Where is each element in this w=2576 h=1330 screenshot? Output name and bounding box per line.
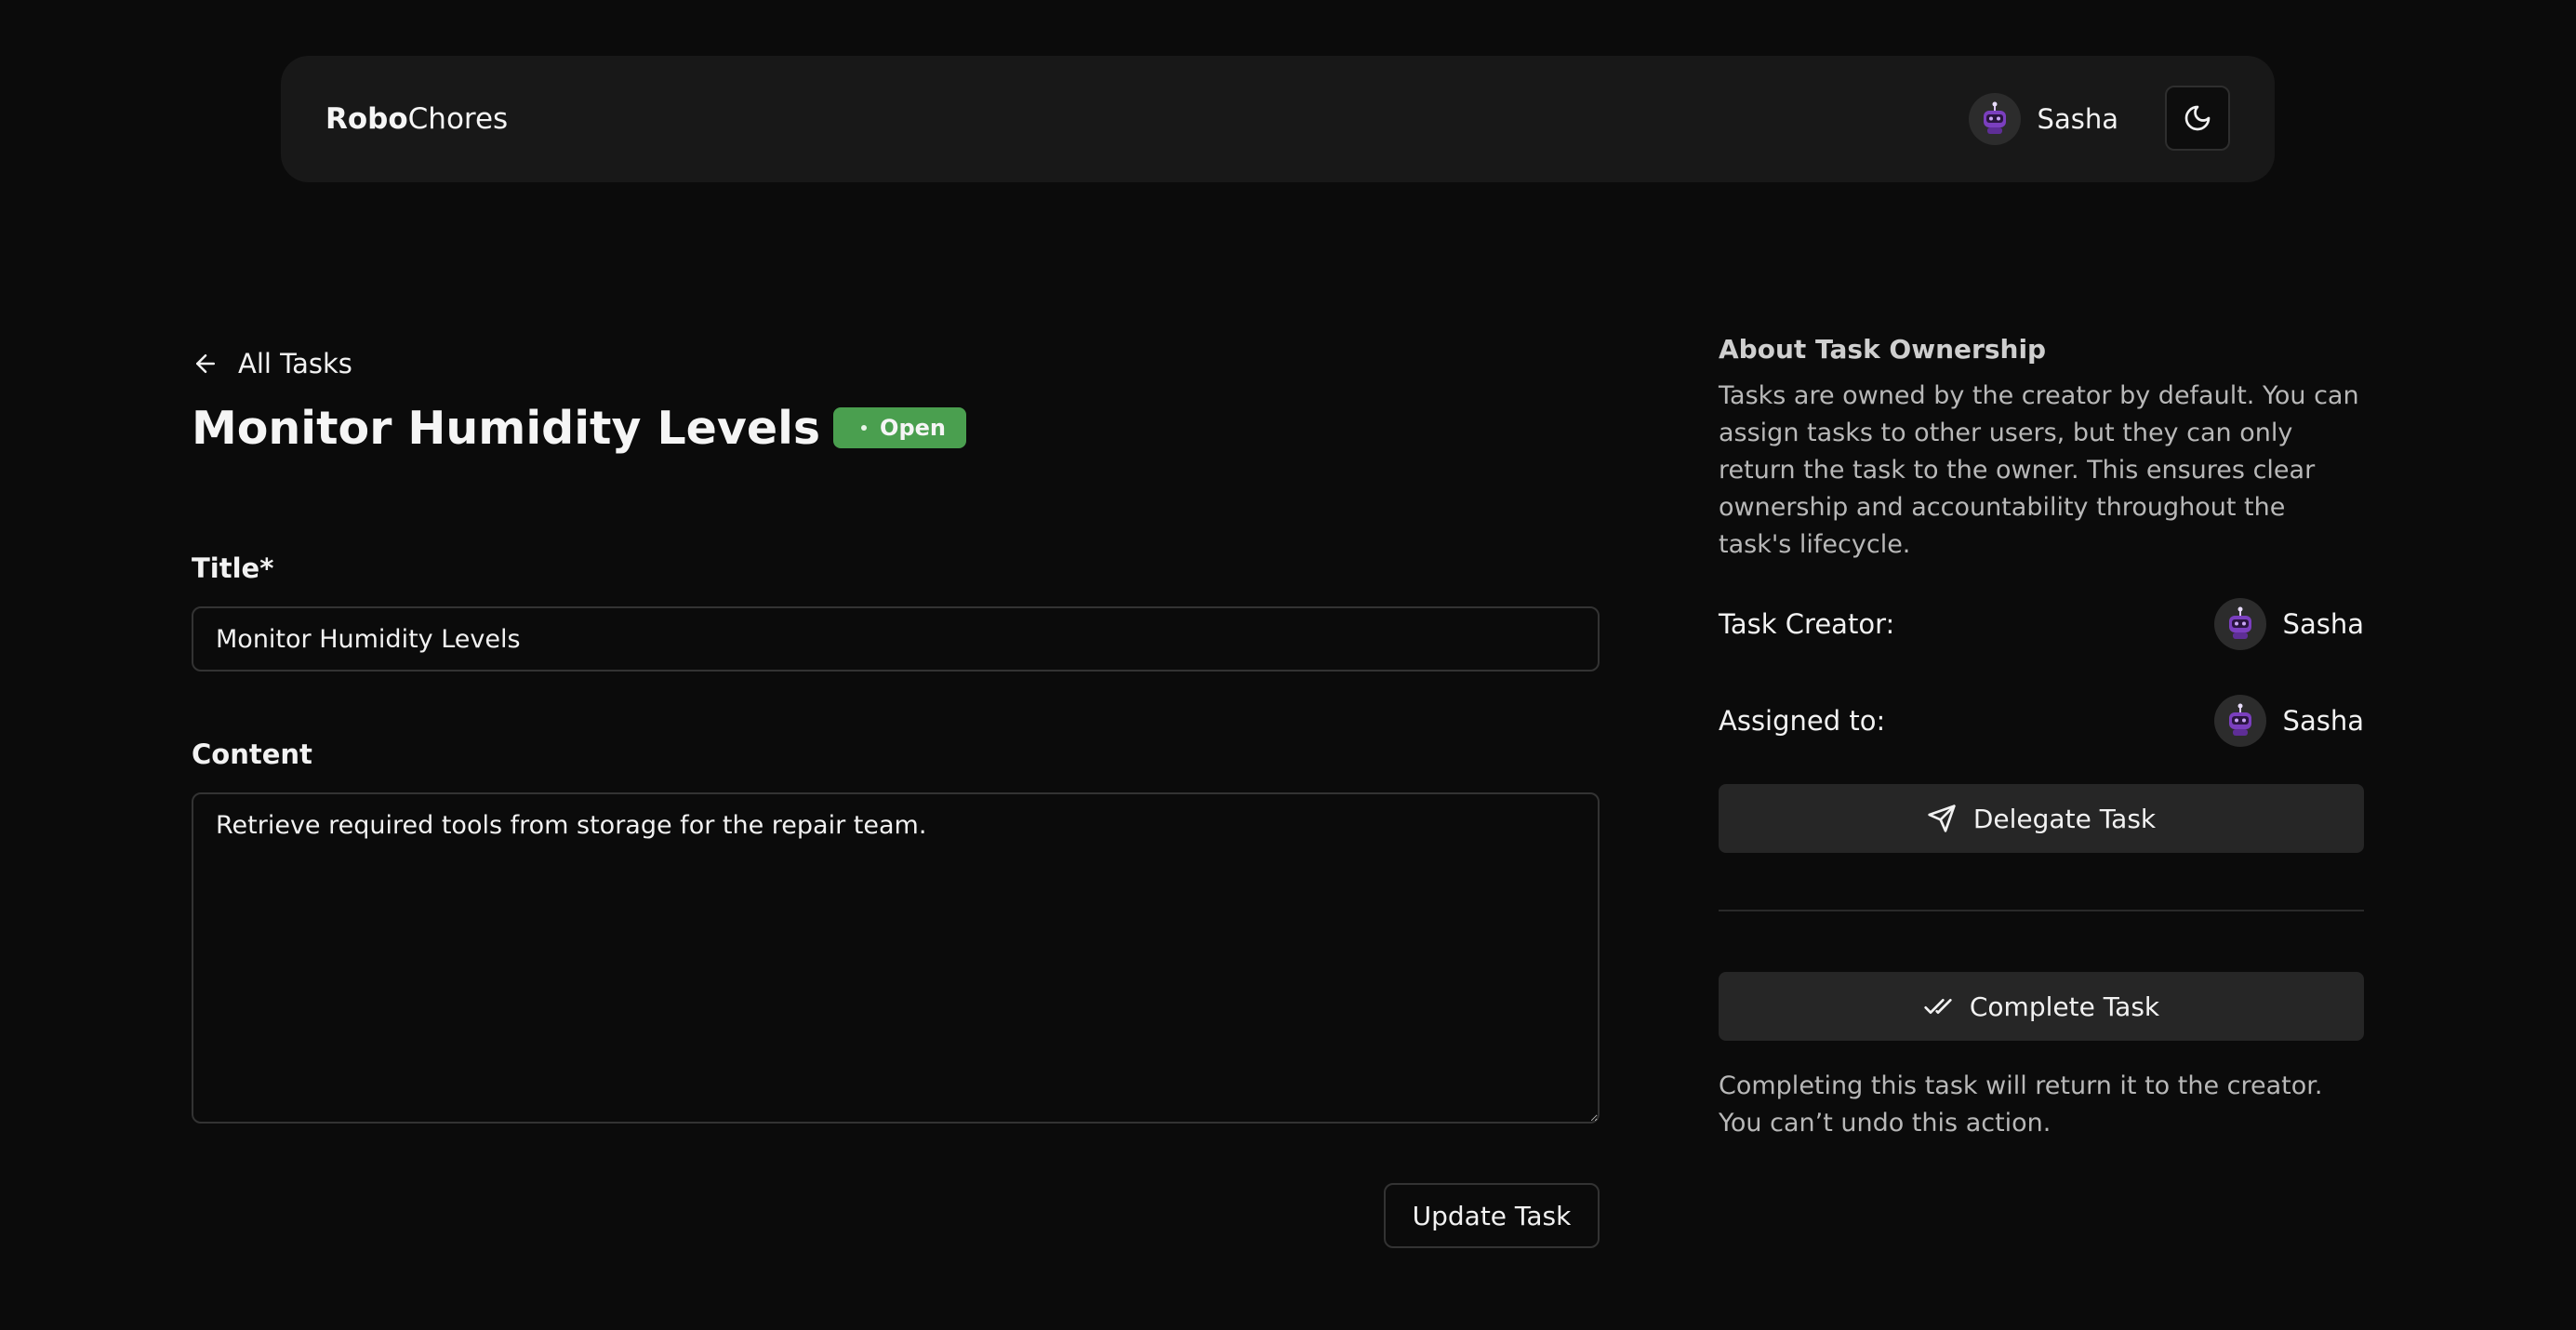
delegate-task-button[interactable]: Delegate Task: [1719, 784, 2364, 853]
complete-task-label: Complete Task: [1969, 991, 2160, 1022]
theme-toggle-button[interactable]: [2165, 86, 2230, 151]
complete-warning-text: Completing this task will return it to t…: [1719, 1071, 2323, 1137]
delegate-task-label: Delegate Task: [1972, 803, 2157, 834]
robot-avatar-icon: [1968, 93, 2021, 145]
task-creator-user: Sasha: [2213, 598, 2364, 650]
task-creator-name: Sasha: [2282, 608, 2364, 640]
content-field-label: Content: [192, 738, 312, 770]
assigned-to-name: Sasha: [2282, 705, 2364, 737]
about-ownership-text: Tasks are owned by the creator by defaul…: [1719, 381, 2359, 559]
assigned-to-user: Sasha: [2213, 695, 2364, 747]
app-logo[interactable]: RoboChores: [325, 56, 508, 182]
user-menu[interactable]: Sasha: [1968, 93, 2118, 145]
update-task-button[interactable]: Update Task: [1384, 1183, 1600, 1248]
content-textarea[interactable]: Retrieve required tools from storage for…: [192, 792, 1600, 1124]
user-name: Sasha: [2037, 103, 2118, 135]
top-navbar: RoboChores Sasha: [281, 56, 2275, 182]
status-badge: Open: [833, 407, 966, 448]
status-dot-icon: [861, 425, 868, 431]
page-title-row: Monitor Humidity Levels Open: [192, 398, 966, 458]
back-to-all-tasks-link[interactable]: All Tasks: [192, 344, 352, 383]
status-label: Open: [880, 415, 946, 441]
double-check-icon: [1924, 999, 1952, 1014]
ownership-sidebar: About Task Ownership Tasks are owned by …: [1719, 327, 2364, 1137]
robot-avatar-icon: [2213, 598, 2266, 650]
robot-avatar-icon: [2213, 695, 2266, 747]
moon-icon: [2184, 105, 2211, 131]
task-creator-label: Task Creator:: [1719, 608, 1895, 640]
task-creator-row: Task Creator: Sasha: [1719, 597, 2364, 651]
send-icon: [1928, 805, 1956, 832]
section-divider: [1719, 910, 2364, 911]
title-field-label: Title*: [192, 552, 274, 584]
back-link-label: All Tasks: [238, 348, 352, 379]
title-input[interactable]: [192, 606, 1600, 672]
page-title: Monitor Humidity Levels: [192, 401, 821, 455]
about-ownership-heading: About Task Ownership: [1719, 334, 2047, 365]
assigned-to-label: Assigned to:: [1719, 705, 1886, 737]
complete-task-button[interactable]: Complete Task: [1719, 972, 2364, 1041]
assigned-to-row: Assigned to: Sasha: [1719, 694, 2364, 748]
arrow-left-icon: [196, 354, 215, 373]
